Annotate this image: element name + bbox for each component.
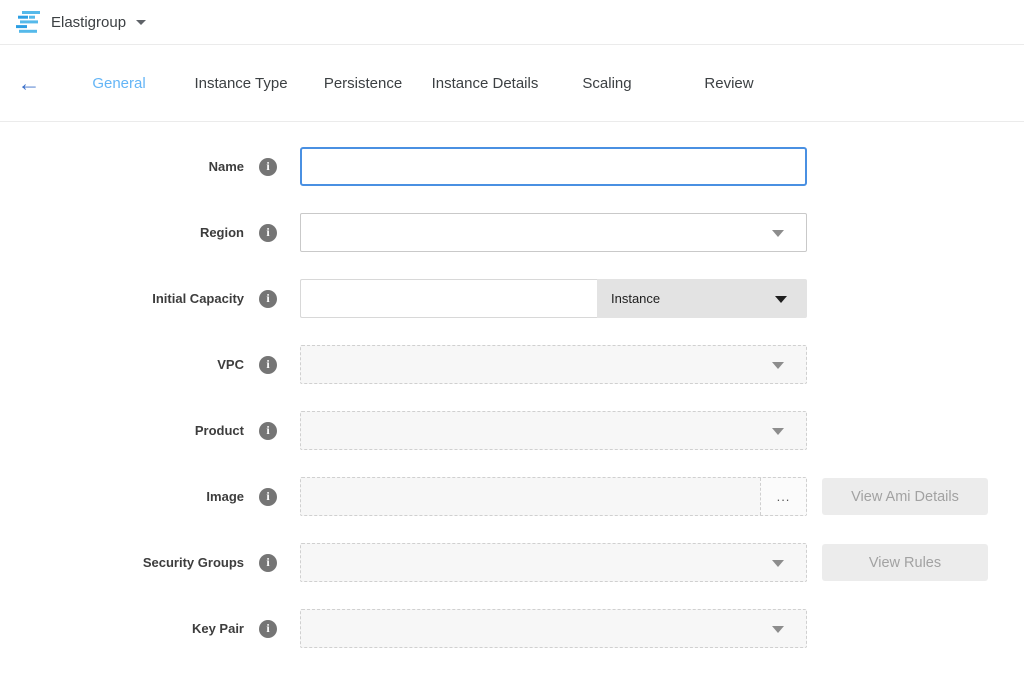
image-browse-button[interactable]: ...	[760, 478, 806, 515]
tab-review[interactable]: Review	[668, 75, 790, 92]
tab-instance-type[interactable]: Instance Type	[180, 75, 302, 92]
app-title: Elastigroup	[51, 14, 126, 31]
security-groups-select[interactable]	[300, 543, 807, 582]
image-info-icon[interactable]: i	[259, 488, 277, 506]
view-ami-details-button[interactable]: View Ami Details	[822, 478, 988, 515]
region-row: Region i	[0, 213, 1024, 252]
security-groups-label: Security Groups	[143, 555, 244, 570]
tab-general[interactable]: General	[58, 75, 180, 92]
security-groups-info-icon[interactable]: i	[259, 554, 277, 572]
initial-capacity-row: Initial Capacity i Instance	[0, 279, 1024, 318]
initial-capacity-input[interactable]	[300, 279, 597, 318]
caret-down-icon	[772, 626, 784, 633]
tab-persistence[interactable]: Persistence	[302, 75, 424, 92]
caret-down-icon	[772, 362, 784, 369]
chevron-down-icon[interactable]	[136, 20, 146, 25]
back-button[interactable]: ←	[0, 72, 58, 95]
vpc-label: VPC	[217, 357, 244, 372]
name-row: Name i	[0, 147, 1024, 186]
wizard-tabbar: ← General Instance Type Persistence Inst…	[0, 45, 1024, 122]
app-header: Elastigroup	[0, 0, 1024, 45]
product-info-icon[interactable]: i	[259, 422, 277, 440]
caret-down-icon	[772, 230, 784, 237]
tab-instance-details[interactable]: Instance Details	[424, 75, 546, 92]
capacity-unit-value: Instance	[611, 291, 660, 306]
general-settings-form: Name i Region i Initial Capacity i Insta…	[0, 122, 1024, 648]
view-rules-button[interactable]: View Rules	[822, 544, 988, 581]
caret-down-icon	[772, 560, 784, 567]
caret-down-icon	[772, 428, 784, 435]
key-pair-info-icon[interactable]: i	[259, 620, 277, 638]
image-value	[301, 478, 760, 515]
product-select[interactable]	[300, 411, 807, 450]
name-info-icon[interactable]: i	[259, 158, 277, 176]
region-label: Region	[200, 225, 244, 240]
caret-down-icon	[775, 296, 787, 303]
security-groups-row: Security Groups i View Rules	[0, 543, 1024, 582]
vpc-select[interactable]	[300, 345, 807, 384]
product-label: Product	[195, 423, 244, 438]
vpc-info-icon[interactable]: i	[259, 356, 277, 374]
region-info-icon[interactable]: i	[259, 224, 277, 242]
vpc-row: VPC i	[0, 345, 1024, 384]
initial-capacity-info-icon[interactable]: i	[259, 290, 277, 308]
image-row: Image i ... View Ami Details	[0, 477, 1024, 516]
name-label: Name	[209, 159, 244, 174]
region-select[interactable]	[300, 213, 807, 252]
image-label: Image	[206, 489, 244, 504]
capacity-unit-select[interactable]: Instance	[597, 279, 807, 318]
tab-scaling[interactable]: Scaling	[546, 75, 668, 92]
elastigroup-logo-icon	[16, 11, 42, 33]
key-pair-label: Key Pair	[192, 621, 244, 636]
initial-capacity-label: Initial Capacity	[152, 291, 244, 306]
key-pair-row: Key Pair i	[0, 609, 1024, 648]
key-pair-select[interactable]	[300, 609, 807, 648]
image-picker[interactable]: ...	[300, 477, 807, 516]
product-row: Product i	[0, 411, 1024, 450]
name-input[interactable]	[300, 147, 807, 186]
